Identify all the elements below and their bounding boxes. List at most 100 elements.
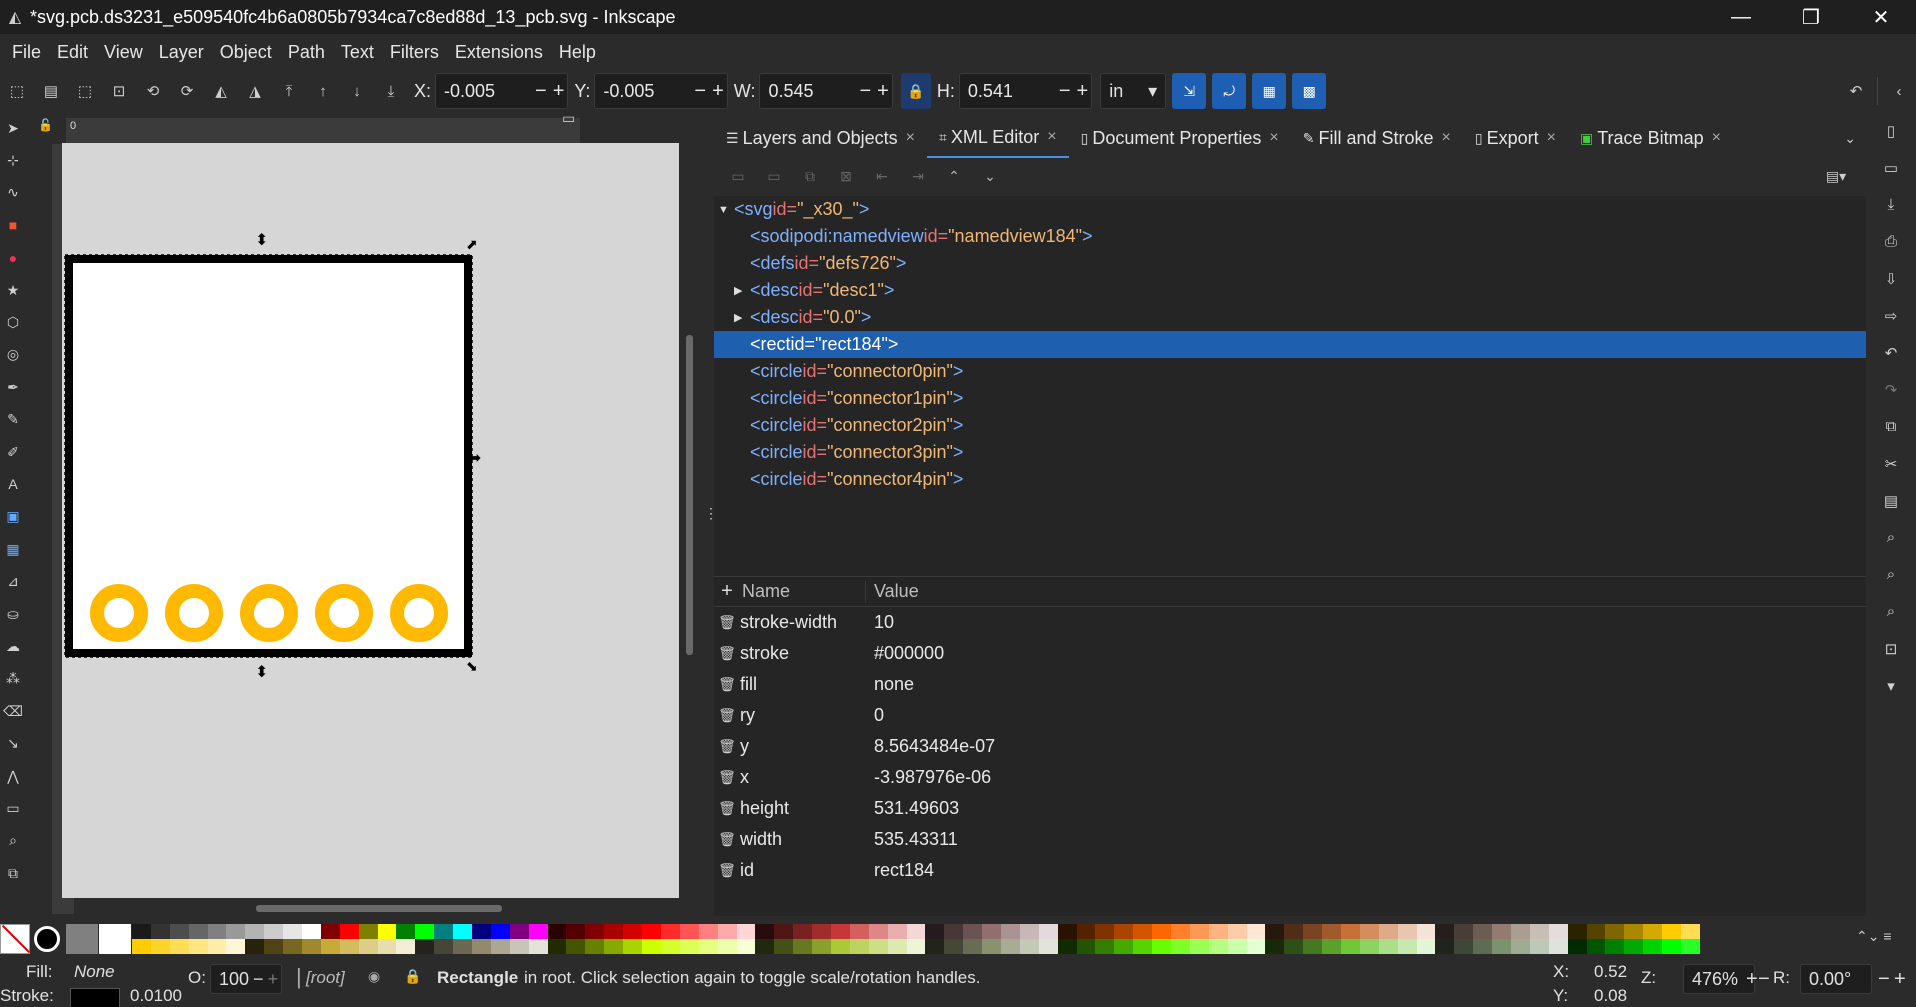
- color-swatch[interactable]: [1473, 939, 1493, 954]
- copy-icon[interactable]: ⧉: [1866, 408, 1916, 445]
- color-swatch[interactable]: [887, 939, 907, 954]
- color-swatch[interactable]: [245, 924, 265, 939]
- color-swatch[interactable]: [528, 939, 548, 954]
- attribute-value[interactable]: 10: [870, 612, 894, 633]
- attribute-value[interactable]: rect184: [870, 860, 934, 881]
- color-swatch[interactable]: [1529, 939, 1549, 954]
- delete-attribute-icon[interactable]: 🗑: [714, 707, 740, 724]
- snap-menu-chevron-icon[interactable]: ‹: [1882, 75, 1916, 107]
- color-swatch[interactable]: [339, 924, 359, 939]
- color-swatch[interactable]: [547, 939, 567, 954]
- color-swatch[interactable]: [793, 924, 813, 939]
- color-swatch[interactable]: [868, 924, 888, 939]
- black-swatch-icon[interactable]: [34, 926, 60, 952]
- export-icon[interactable]: ⇨: [1866, 297, 1916, 334]
- delete-attribute-icon[interactable]: 🗑: [714, 645, 740, 662]
- color-swatch[interactable]: [566, 924, 586, 939]
- transform-patterns-icon[interactable]: ▩: [1292, 73, 1327, 109]
- color-swatch[interactable]: [509, 939, 529, 954]
- opacity-field[interactable]: 100 − +: [210, 964, 282, 994]
- gradient-tool-icon[interactable]: ▣: [0, 501, 26, 533]
- color-swatch[interactable]: [1605, 939, 1625, 954]
- delete-node-icon[interactable]: ⊠: [828, 168, 864, 185]
- h-input[interactable]: [959, 80, 1056, 102]
- color-swatch[interactable]: [472, 939, 491, 954]
- xml-node-row[interactable]: < circle id= "connector3pin" >: [714, 439, 1866, 466]
- color-swatch[interactable]: [623, 924, 643, 939]
- xml-node-row[interactable]: < circle id= "connector0pin" >: [714, 358, 1866, 385]
- color-swatch[interactable]: [1038, 924, 1058, 939]
- color-swatch[interactable]: [925, 939, 945, 954]
- color-swatch[interactable]: [1000, 939, 1020, 954]
- color-swatch[interactable]: [1492, 924, 1512, 939]
- color-swatch[interactable]: [1435, 939, 1455, 954]
- color-swatch[interactable]: [1152, 924, 1171, 939]
- attribute-name[interactable]: y: [740, 736, 870, 757]
- attribute-value[interactable]: 535.43311: [870, 829, 958, 850]
- color-swatch[interactable]: [358, 924, 378, 939]
- color-swatch[interactable]: [1208, 939, 1228, 954]
- zoom-decrement[interactable]: −: [1758, 968, 1770, 991]
- attribute-name[interactable]: height: [740, 798, 870, 819]
- color-swatch[interactable]: [434, 924, 454, 939]
- scale-handle-bottom-right[interactable]: ⬊: [466, 658, 478, 674]
- attribute-row[interactable]: 🗑 width 535.43311: [714, 824, 1866, 855]
- x-input[interactable]: [436, 80, 533, 102]
- color-swatch[interactable]: [1189, 924, 1209, 939]
- rotate-ccw-icon[interactable]: ⟲: [136, 75, 170, 107]
- color-swatch[interactable]: [1095, 924, 1115, 939]
- menu-layer[interactable]: Layer: [151, 42, 212, 63]
- fill-value[interactable]: None: [74, 962, 115, 982]
- lock-ratio-icon[interactable]: 🔒: [900, 73, 931, 109]
- star-tool-icon[interactable]: ★: [0, 274, 26, 306]
- zoom-drawing-icon[interactable]: ⌕: [1866, 556, 1916, 593]
- color-swatch[interactable]: [188, 924, 208, 939]
- color-swatch[interactable]: [585, 924, 605, 939]
- rotation-decrement[interactable]: −: [1878, 968, 1890, 991]
- close-tab-icon[interactable]: ×: [906, 129, 915, 147]
- color-swatch[interactable]: [906, 939, 926, 954]
- xml-node-row[interactable]: < circle id= "connector2pin" >: [714, 412, 1866, 439]
- color-swatch[interactable]: [188, 939, 208, 954]
- rotation-field[interactable]: 0.00°: [1800, 964, 1872, 994]
- color-swatch[interactable]: [1548, 924, 1568, 939]
- color-swatch[interactable]: [1038, 939, 1058, 954]
- color-swatch[interactable]: [1605, 924, 1625, 939]
- expanded-triangle-icon[interactable]: ▼: [718, 204, 729, 216]
- close-tab-icon[interactable]: ×: [1269, 129, 1278, 147]
- color-swatch[interactable]: [1454, 939, 1474, 954]
- color-swatch[interactable]: [1284, 924, 1304, 939]
- color-swatch[interactable]: [150, 924, 170, 939]
- menu-help[interactable]: Help: [551, 42, 604, 63]
- xml-node-row[interactable]: ▼ < svg id= "_x30_" >: [714, 196, 1866, 223]
- layout-menu-icon[interactable]: ▤▾: [1818, 168, 1854, 185]
- 3d-box-tool-icon[interactable]: ⬡: [0, 306, 26, 338]
- color-swatch[interactable]: [132, 939, 151, 954]
- color-swatch[interactable]: [963, 924, 983, 939]
- zoom-field[interactable]: 476%: [1683, 964, 1755, 994]
- calligraphy-tool-icon[interactable]: ✐: [0, 436, 26, 468]
- menu-edit[interactable]: Edit: [49, 42, 96, 63]
- lpe-tool-icon[interactable]: ⋀: [0, 760, 26, 792]
- color-swatch[interactable]: [1548, 939, 1568, 954]
- color-swatch[interactable]: [1322, 939, 1341, 954]
- color-swatch[interactable]: [1378, 924, 1398, 939]
- color-swatch[interactable]: [264, 939, 284, 954]
- color-swatch[interactable]: [1265, 924, 1285, 939]
- color-swatch[interactable]: [1284, 939, 1304, 954]
- more-commands-chevron-icon[interactable]: ▾: [1866, 667, 1916, 704]
- attribute-row[interactable]: 🗑 stroke-width 10: [714, 607, 1866, 638]
- color-swatch[interactable]: [1170, 924, 1190, 939]
- tab-xml-editor[interactable]: ⌗ XML Editor ×: [927, 118, 1069, 158]
- color-swatch[interactable]: [1057, 924, 1077, 939]
- measure-tool-icon[interactable]: ▭: [0, 792, 26, 824]
- xml-node-row[interactable]: < defs id= "defs726" >: [714, 250, 1866, 277]
- color-swatch[interactable]: [849, 939, 869, 954]
- stroke-width-value[interactable]: 0.0100: [130, 986, 182, 1006]
- node-tool-icon[interactable]: ⊹: [0, 144, 26, 176]
- collapsed-triangle-icon[interactable]: ▶: [734, 284, 742, 297]
- snap-icon[interactable]: ↶: [1839, 75, 1873, 107]
- attribute-row[interactable]: 🗑 ry 0: [714, 700, 1866, 731]
- color-swatch[interactable]: [1454, 924, 1474, 939]
- color-swatch[interactable]: [1643, 924, 1663, 939]
